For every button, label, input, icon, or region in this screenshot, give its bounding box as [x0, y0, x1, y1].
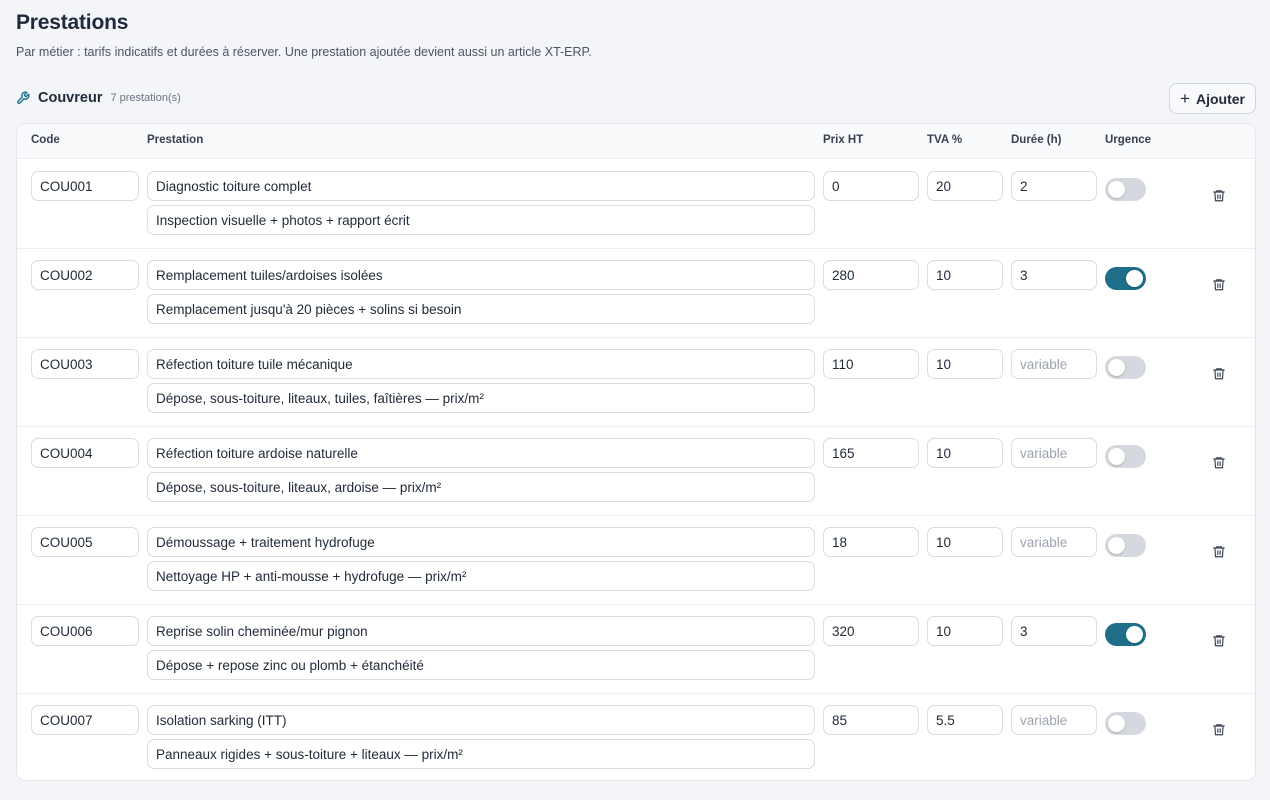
- tva-input[interactable]: [927, 705, 1003, 735]
- prix-ht-input[interactable]: [823, 616, 919, 646]
- duree-input[interactable]: [1011, 260, 1097, 290]
- column-header-prix: Prix HT: [823, 134, 864, 146]
- trash-icon: [1213, 634, 1225, 646]
- delete-button[interactable]: [1209, 185, 1229, 205]
- trash-icon: [1213, 189, 1225, 201]
- page-subtitle: Par métier : tarifs indicatifs et durées…: [16, 45, 592, 59]
- urgence-toggle[interactable]: [1105, 178, 1146, 201]
- delete-button[interactable]: [1209, 274, 1229, 294]
- code-input[interactable]: [31, 260, 139, 290]
- plus-icon: +: [1180, 89, 1190, 108]
- prestation-description-input[interactable]: [147, 205, 815, 235]
- prestation-description-input[interactable]: [147, 739, 815, 769]
- prestation-name-input[interactable]: [147, 438, 815, 468]
- section-title: Couvreur: [38, 90, 103, 106]
- table-row: [17, 516, 1255, 605]
- table-row: [17, 338, 1255, 427]
- delete-button[interactable]: [1209, 719, 1229, 739]
- prestation-description-input[interactable]: [147, 472, 815, 502]
- prestation-name-input[interactable]: [147, 616, 815, 646]
- duree-input[interactable]: [1011, 705, 1097, 735]
- table-row: [17, 605, 1255, 694]
- tva-input[interactable]: [927, 171, 1003, 201]
- table-row: [17, 694, 1255, 780]
- prestation-name-input[interactable]: [147, 705, 815, 735]
- prix-ht-input[interactable]: [823, 260, 919, 290]
- urgence-toggle[interactable]: [1105, 445, 1146, 468]
- prestation-description-input[interactable]: [147, 383, 815, 413]
- toggle-knob: [1126, 270, 1143, 287]
- trash-icon: [1213, 278, 1225, 290]
- table-row: [17, 160, 1255, 249]
- column-header-prestation: Prestation: [147, 134, 204, 146]
- prestation-description-input[interactable]: [147, 650, 815, 680]
- prix-ht-input[interactable]: [823, 438, 919, 468]
- prestation-description-input[interactable]: [147, 561, 815, 591]
- column-header-tva: TVA %: [927, 134, 963, 146]
- wrench-icon: [16, 91, 30, 105]
- section-header: Couvreur 7 prestation(s): [16, 86, 181, 110]
- urgence-toggle[interactable]: [1105, 534, 1146, 557]
- code-input[interactable]: [31, 438, 139, 468]
- trash-icon: [1213, 723, 1225, 735]
- prestation-name-input[interactable]: [147, 527, 815, 557]
- urgence-toggle[interactable]: [1105, 356, 1146, 379]
- prestation-name-input[interactable]: [147, 260, 815, 290]
- toggle-knob: [1108, 537, 1125, 554]
- table-row: [17, 249, 1255, 338]
- duree-input[interactable]: [1011, 616, 1097, 646]
- urgence-toggle[interactable]: [1105, 267, 1146, 290]
- column-header-duree: Durée (h): [1011, 134, 1062, 146]
- urgence-toggle[interactable]: [1105, 712, 1146, 735]
- prestation-description-input[interactable]: [147, 294, 815, 324]
- prestation-name-input[interactable]: [147, 171, 815, 201]
- page-title: Prestations: [16, 11, 129, 34]
- prestation-name-input[interactable]: [147, 349, 815, 379]
- code-input[interactable]: [31, 527, 139, 557]
- duree-input[interactable]: [1011, 438, 1097, 468]
- column-header-urgence: Urgence: [1105, 134, 1152, 146]
- code-input[interactable]: [31, 349, 139, 379]
- prix-ht-input[interactable]: [823, 171, 919, 201]
- trash-icon: [1213, 456, 1225, 468]
- delete-button[interactable]: [1209, 630, 1229, 650]
- section-count: 7 prestation(s): [110, 92, 181, 104]
- toggle-knob: [1108, 181, 1125, 198]
- code-input[interactable]: [31, 616, 139, 646]
- toggle-knob: [1108, 448, 1125, 465]
- urgence-toggle[interactable]: [1105, 623, 1146, 646]
- toggle-knob: [1126, 626, 1143, 643]
- code-input[interactable]: [31, 705, 139, 735]
- delete-button[interactable]: [1209, 541, 1229, 561]
- prix-ht-input[interactable]: [823, 705, 919, 735]
- add-button[interactable]: + Ajouter: [1169, 83, 1256, 114]
- table-row: [17, 427, 1255, 516]
- add-button-label: Ajouter: [1195, 90, 1245, 107]
- prix-ht-input[interactable]: [823, 349, 919, 379]
- trash-icon: [1213, 367, 1225, 379]
- tva-input[interactable]: [927, 260, 1003, 290]
- tva-input[interactable]: [927, 527, 1003, 557]
- tva-input[interactable]: [927, 616, 1003, 646]
- toggle-knob: [1108, 359, 1125, 376]
- toggle-knob: [1108, 715, 1125, 732]
- column-header-code: Code: [31, 134, 60, 146]
- duree-input[interactable]: [1011, 349, 1097, 379]
- table-header: Code Prestation Prix HT TVA % Durée (h) …: [17, 124, 1255, 159]
- prix-ht-input[interactable]: [823, 527, 919, 557]
- tva-input[interactable]: [927, 438, 1003, 468]
- delete-button[interactable]: [1209, 452, 1229, 472]
- duree-input[interactable]: [1011, 527, 1097, 557]
- tva-input[interactable]: [927, 349, 1003, 379]
- delete-button[interactable]: [1209, 363, 1229, 383]
- code-input[interactable]: [31, 171, 139, 201]
- duree-input[interactable]: [1011, 171, 1097, 201]
- prestations-table: Code Prestation Prix HT TVA % Durée (h) …: [16, 123, 1256, 781]
- trash-icon: [1213, 545, 1225, 557]
